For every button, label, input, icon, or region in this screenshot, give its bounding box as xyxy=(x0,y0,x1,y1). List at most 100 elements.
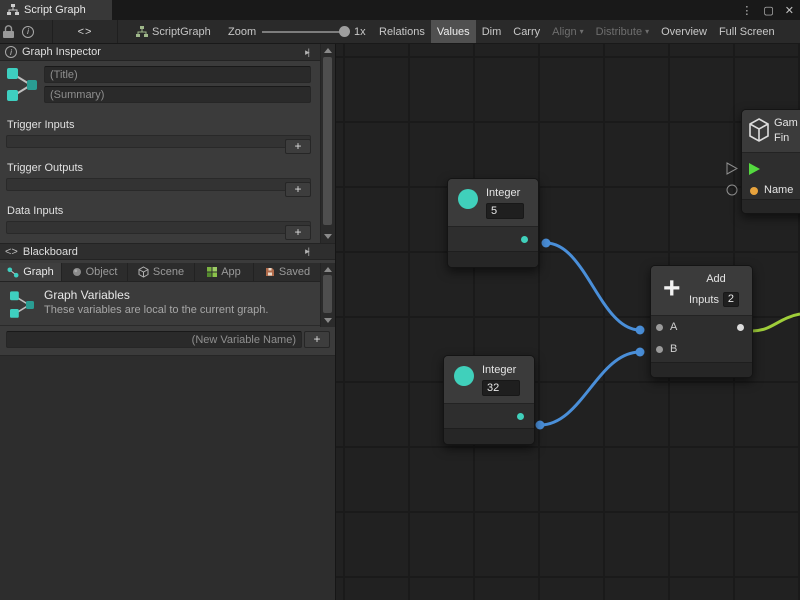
toolbar-button-carry[interactable]: Carry xyxy=(507,20,546,43)
sidebar: i Graph Inspector ▸| Trigger Inputs + Tr… xyxy=(0,44,336,600)
node-title: Integer xyxy=(486,187,520,199)
scroll-down-icon[interactable] xyxy=(324,234,332,239)
wire-endpoint[interactable] xyxy=(542,239,551,248)
scroll-down-icon[interactable] xyxy=(324,318,332,323)
title-bar: Script Graph ⋮ ▢ ✕ xyxy=(0,0,800,20)
wire-endpoint[interactable] xyxy=(636,326,645,335)
graph-variables-note: These variables are local to the current… xyxy=(44,304,268,316)
maximize-icon[interactable]: ▢ xyxy=(763,4,773,17)
toolbar-button-fullscreen[interactable]: Full Screen xyxy=(713,20,781,43)
blackboard-tabs: Graph Object Scene App xyxy=(0,263,321,282)
dock-icon[interactable]: ▸| xyxy=(305,246,308,257)
inspector-scrollbar[interactable] xyxy=(320,44,335,243)
graph-toolbar: i <> ScriptGraph Zoom 1x Relations Value… xyxy=(0,20,800,44)
scene-tab-icon xyxy=(138,266,149,278)
toolbar-button-align[interactable]: Align ▾ xyxy=(546,20,589,43)
tab-app[interactable]: App xyxy=(195,263,254,281)
wire-add-output[interactable] xyxy=(752,314,800,331)
trigger-inputs-add-button[interactable]: + xyxy=(285,139,311,154)
toolbar-button-distribute[interactable]: Distribute ▾ xyxy=(590,20,655,43)
integer-type-icon xyxy=(458,189,478,209)
port-label: Name xyxy=(764,184,793,196)
blackboard-title: Blackboard xyxy=(23,246,78,258)
node-gameobject-find[interactable]: Gam Fin Name xyxy=(741,109,800,214)
info-icon[interactable]: i xyxy=(22,20,34,43)
wire-endpoint[interactable] xyxy=(536,421,545,430)
zoom-slider[interactable] xyxy=(262,20,350,43)
trigger-outputs-add-button[interactable]: + xyxy=(285,182,311,197)
port-label: B xyxy=(670,343,677,355)
toolbar-button-dim[interactable]: Dim xyxy=(476,20,508,43)
toolbar-button-overview[interactable]: Overview xyxy=(655,20,713,43)
edit-graph-button[interactable]: <> xyxy=(52,20,118,43)
data-inputs-add-button[interactable]: + xyxy=(285,225,311,240)
add-icon: + xyxy=(663,270,681,308)
saved-tab-icon xyxy=(265,267,275,277)
zoom-slider-handle[interactable] xyxy=(339,26,350,37)
toolbar-button-relations[interactable]: Relations xyxy=(373,20,431,43)
tab-object[interactable]: Object xyxy=(62,263,128,281)
inputs-count-field[interactable]: 2 xyxy=(723,292,739,307)
trigger-outputs-label: Trigger Outputs xyxy=(7,162,83,174)
graph-summary-input[interactable] xyxy=(44,86,311,103)
wire-endpoint[interactable] xyxy=(636,348,645,357)
graph-asset-icon xyxy=(5,65,39,108)
window-menu-icon[interactable]: ⋮ xyxy=(741,4,752,17)
gameobject-cube-icon xyxy=(748,118,770,145)
output-port[interactable] xyxy=(737,324,744,331)
tab-script-graph[interactable]: Script Graph xyxy=(0,0,112,20)
new-variable-add-button[interactable]: + xyxy=(304,331,330,348)
port-label: A xyxy=(670,321,677,333)
dock-icon[interactable]: ▸| xyxy=(305,47,308,58)
scrollbar-thumb[interactable] xyxy=(323,57,332,225)
app-tab-icon xyxy=(207,267,217,277)
wire-int32-to-b[interactable] xyxy=(540,352,640,425)
node-integer-32[interactable]: Integer 32 xyxy=(443,355,535,445)
trigger-connect-zone-icon[interactable] xyxy=(727,163,737,174)
toolbar-button-values[interactable]: Values xyxy=(431,20,476,43)
tab-title: Script Graph xyxy=(24,4,86,16)
zoom-slider-track xyxy=(262,31,342,33)
script-graph-icon xyxy=(7,4,19,16)
tab-saved[interactable]: Saved xyxy=(254,263,321,281)
name-input-port[interactable] xyxy=(750,187,758,195)
graph-name-label: ScriptGraph xyxy=(152,20,211,43)
scroll-up-icon[interactable] xyxy=(324,267,332,272)
chevron-down-icon: ▾ xyxy=(645,27,649,36)
wire-int5-to-a[interactable] xyxy=(546,243,640,330)
data-inputs-label: Data Inputs xyxy=(7,205,63,217)
node-title-line1: Gam xyxy=(774,117,798,129)
node-title: Add xyxy=(695,273,737,285)
lock-icon[interactable] xyxy=(3,20,14,43)
node-add[interactable]: + Add Inputs 2 A B xyxy=(650,265,753,378)
input-port-a[interactable] xyxy=(656,324,663,331)
graph-title-input[interactable] xyxy=(44,66,311,83)
trigger-input-port[interactable] xyxy=(749,163,760,175)
blackboard-scrollbar[interactable] xyxy=(320,263,335,327)
node-integer-5[interactable]: Integer 5 xyxy=(447,178,539,268)
node-title-line2: Fin xyxy=(774,132,789,144)
trigger-outputs-list xyxy=(6,178,311,191)
port-row-b: B xyxy=(651,338,752,360)
zoom-label: Zoom xyxy=(228,20,256,43)
integer-type-icon xyxy=(454,366,474,386)
tab-scene[interactable]: Scene xyxy=(128,263,195,281)
input-port-b[interactable] xyxy=(656,346,663,353)
scroll-up-icon[interactable] xyxy=(324,48,332,53)
scrollbar-thumb[interactable] xyxy=(323,275,332,313)
graph-canvas[interactable]: Integer 5 Integer 32 + Add xyxy=(336,44,800,600)
close-icon[interactable]: ✕ xyxy=(785,4,794,17)
integer-value-field[interactable]: 32 xyxy=(482,380,520,396)
graph-tab-icon xyxy=(7,267,19,278)
graph-variables-title: Graph Variables xyxy=(44,288,130,302)
graph-variables-icon xyxy=(7,289,37,324)
value-connect-zone-icon[interactable] xyxy=(727,185,737,195)
new-variable-input[interactable] xyxy=(6,331,302,348)
output-port[interactable] xyxy=(517,413,524,420)
tab-graph[interactable]: Graph xyxy=(0,263,62,281)
zoom-value: 1x xyxy=(354,20,366,43)
inputs-label: Inputs xyxy=(689,294,719,306)
output-port[interactable] xyxy=(521,236,528,243)
scriptgraph-asset-icon xyxy=(136,20,148,43)
integer-value-field[interactable]: 5 xyxy=(486,203,524,219)
